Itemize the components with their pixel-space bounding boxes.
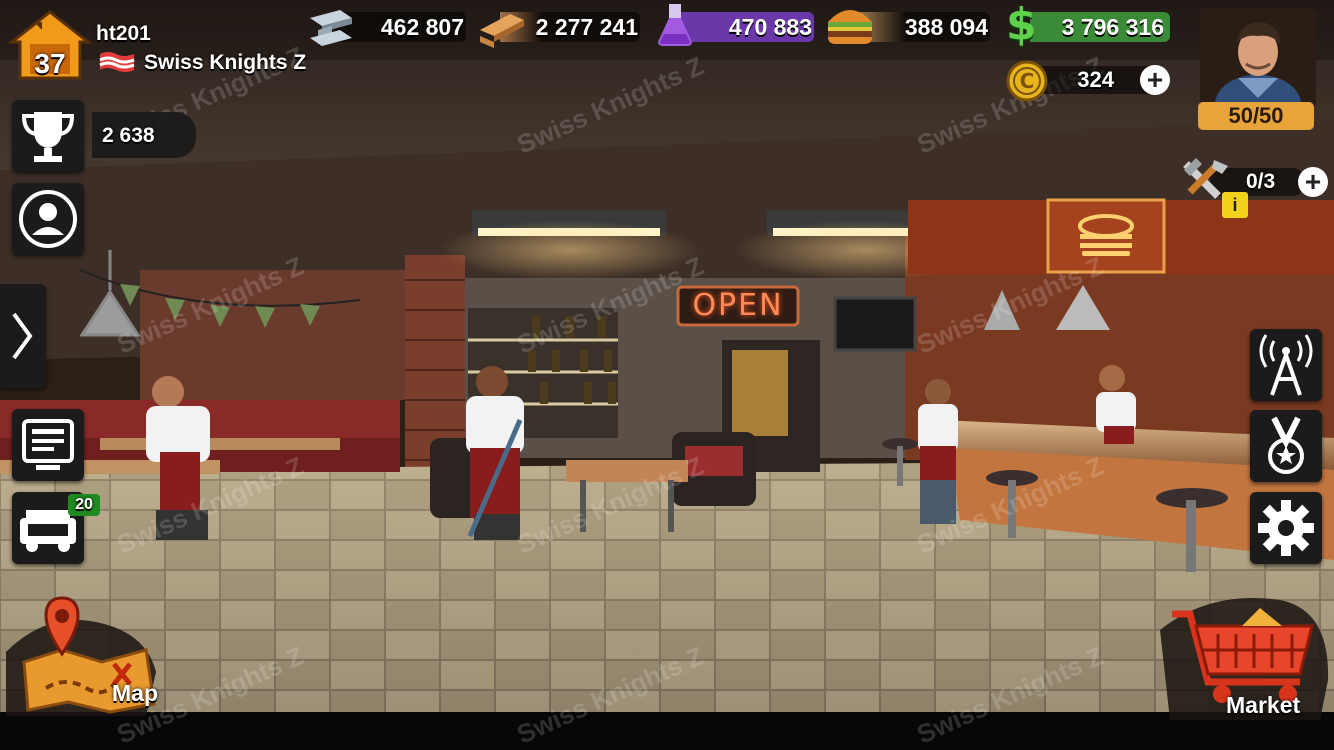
steel-amount: 462 807 bbox=[380, 14, 464, 40]
map-label: Map bbox=[112, 680, 158, 706]
player-level: 37 bbox=[34, 48, 66, 79]
clan-name: Swiss Knights Z bbox=[144, 51, 307, 74]
profile-button[interactable] bbox=[12, 183, 84, 255]
player-name: ht201 bbox=[96, 22, 151, 45]
market-label: Market bbox=[1226, 692, 1301, 718]
clan-flag-icon bbox=[98, 50, 136, 74]
wood-amount: 2 277 241 bbox=[535, 14, 638, 40]
chemicals-amount: 470 883 bbox=[728, 14, 812, 40]
gear-icon bbox=[1258, 500, 1314, 556]
settings-button[interactable] bbox=[1250, 492, 1322, 564]
builders-info-badge[interactable]: i bbox=[1222, 192, 1248, 218]
chevron-right-icon bbox=[12, 312, 33, 360]
trophy-button[interactable] bbox=[12, 100, 84, 172]
player-level-badge[interactable]: 37 bbox=[7, 8, 93, 82]
radio-tower-button[interactable] bbox=[1250, 329, 1322, 401]
cash-amount: 3 796 316 bbox=[1061, 14, 1164, 40]
radio-tower-icon bbox=[1259, 334, 1313, 396]
trophy-count: 2 638 bbox=[102, 124, 155, 147]
game-scene: OPEN Swiss Knights Z Swiss Knights Z Swi… bbox=[0, 0, 1334, 750]
builders-count: 0/3 bbox=[1246, 170, 1276, 193]
coin-icon: C bbox=[1006, 60, 1048, 102]
expand-panel-button[interactable] bbox=[0, 284, 46, 388]
plus-icon: + bbox=[1146, 64, 1164, 95]
user-icon bbox=[19, 190, 77, 248]
open-sign: OPEN bbox=[692, 288, 784, 323]
energy-meter: 50/50 bbox=[1198, 102, 1314, 130]
avatar[interactable] bbox=[1200, 8, 1316, 108]
news-button[interactable] bbox=[12, 409, 84, 481]
trophy-icon bbox=[21, 112, 75, 162]
food-amount: 388 094 bbox=[904, 14, 988, 40]
monitor-icon bbox=[22, 419, 74, 470]
plus-icon: + bbox=[1304, 166, 1322, 197]
coin-amount: 324 bbox=[1077, 67, 1114, 92]
add-builder-button[interactable]: + bbox=[1298, 167, 1328, 197]
svg-text:C: C bbox=[1020, 69, 1035, 93]
map-button[interactable]: Map bbox=[6, 592, 166, 716]
cash-dollar-icon: $ bbox=[1006, 0, 1037, 50]
achievements-button[interactable] bbox=[1250, 410, 1322, 482]
burger-sign-icon bbox=[1064, 212, 1148, 260]
market-button[interactable]: Market bbox=[1150, 590, 1330, 720]
medal-icon bbox=[1268, 416, 1304, 474]
garage-badge: 20 bbox=[68, 494, 100, 516]
buy-coins-button[interactable]: + bbox=[1140, 65, 1170, 95]
player-portrait bbox=[1214, 22, 1302, 108]
